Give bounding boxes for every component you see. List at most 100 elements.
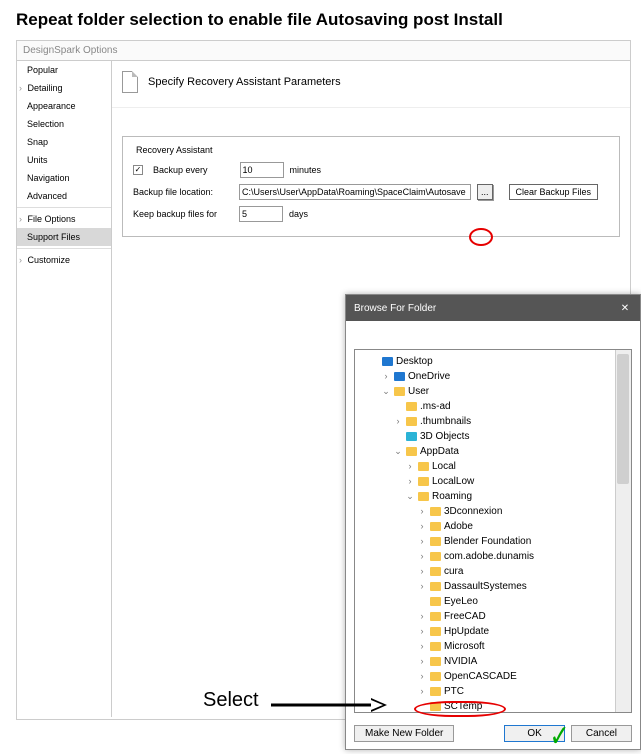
sidebar-item-units[interactable]: Units — [17, 151, 111, 169]
chevron-right-icon[interactable]: › — [381, 370, 391, 384]
folder-icon — [406, 417, 417, 426]
sidebar-item-navigation[interactable]: Navigation — [17, 169, 111, 187]
tree-node-freecad[interactable]: ›FreeCAD — [357, 609, 629, 624]
tree-node-label: .thumbnails — [420, 414, 471, 429]
tree-node-user[interactable]: ⌄ User — [357, 384, 629, 399]
chevron-right-icon[interactable]: › — [417, 565, 427, 579]
close-icon[interactable]: ✕ — [618, 301, 632, 315]
sidebar-item-selection[interactable]: Selection — [17, 115, 111, 133]
chevron-right-icon[interactable]: › — [417, 505, 427, 519]
tree-node-3dconnexion[interactable]: ›3Dconnexion — [357, 504, 629, 519]
chevron-right-icon[interactable]: › — [405, 475, 415, 489]
folder-icon — [430, 702, 441, 711]
folder-icon — [406, 402, 417, 411]
tree-node-appdata[interactable]: ⌄AppData — [357, 444, 629, 459]
clear-backup-button[interactable]: Clear Backup Files — [509, 184, 599, 200]
tree-node-label: OpenCASCADE — [444, 669, 517, 684]
ok-button[interactable]: OK — [504, 725, 564, 742]
tree-node-3d-objects[interactable]: 3D Objects — [357, 429, 629, 444]
tree-node-ptc[interactable]: › PTC — [357, 684, 629, 699]
tree-node-sctemp[interactable]: SCTemp — [357, 699, 629, 713]
backup-location-input[interactable]: C:\Users\User\AppData\Roaming\SpaceClaim… — [239, 184, 471, 200]
chevron-right-icon[interactable]: › — [417, 520, 427, 534]
chevron-right-icon[interactable]: › — [417, 610, 427, 624]
chevron-right-icon[interactable]: › — [417, 640, 427, 654]
folder-icon — [394, 387, 405, 396]
tree-node-label: NVIDIA — [444, 654, 477, 669]
tree-node-label: OneDrive — [408, 369, 450, 384]
folder-icon — [418, 477, 429, 486]
days-label: days — [289, 209, 308, 219]
recovery-assistant-group: Recovery Assistant ✓ Backup every 10 min… — [122, 136, 620, 237]
tree-node-label: cura — [444, 564, 463, 579]
tree-node-hpupdate[interactable]: › HpUpdate — [357, 624, 629, 639]
scrollbar[interactable] — [615, 350, 631, 712]
chevron-right-icon[interactable]: › — [417, 580, 427, 594]
tree-node--ms-ad[interactable]: .ms-ad — [357, 399, 629, 414]
tree-node-adobe[interactable]: ›Adobe — [357, 519, 629, 534]
tree-node-onedrive[interactable]: › OneDrive — [357, 369, 629, 384]
chevron-right-icon[interactable]: › — [393, 415, 403, 429]
folder-icon — [430, 672, 441, 681]
group-legend: Recovery Assistant — [133, 145, 216, 155]
backup-every-checkbox[interactable]: ✓ — [133, 165, 143, 175]
tree-node-label: HpUpdate — [444, 624, 489, 639]
backup-every-input[interactable]: 10 — [240, 162, 284, 178]
sidebar-item-snap[interactable]: Snap — [17, 133, 111, 151]
tree-node-opencascade[interactable]: › OpenCASCADE — [357, 669, 629, 684]
tree-node-desktop[interactable]: Desktop — [357, 354, 629, 369]
minutes-label: minutes — [290, 165, 322, 175]
tree-node-label: 3D Objects — [420, 429, 469, 444]
tree-node-label: .ms-ad — [420, 399, 451, 414]
tree-node-nvidia[interactable]: › NVIDIA — [357, 654, 629, 669]
tree-node-label: Desktop — [396, 354, 433, 369]
sidebar-item-appearance[interactable]: Appearance — [17, 97, 111, 115]
chevron-right-icon[interactable]: › — [417, 625, 427, 639]
chevron-down-icon[interactable]: ⌄ — [381, 385, 391, 399]
scrollbar-thumb[interactable] — [617, 354, 629, 484]
chevron-right-icon: › — [19, 214, 25, 224]
folder-icon — [430, 657, 441, 666]
sidebar-item-advanced[interactable]: Advanced — [17, 187, 111, 205]
backup-every-label: Backup every — [153, 165, 208, 175]
tree-node-roaming[interactable]: ⌄Roaming — [357, 489, 629, 504]
folder-icon — [406, 447, 417, 456]
tree-node-label: PTC — [444, 684, 464, 699]
backup-location-label: Backup file location: — [133, 187, 233, 197]
folder-icon — [430, 642, 441, 651]
browse-button[interactable]: ... — [477, 184, 493, 200]
sidebar-item-popular[interactable]: Popular — [17, 61, 111, 79]
make-new-folder-button[interactable]: Make New Folder — [354, 725, 454, 742]
tree-node--thumbnails[interactable]: › .thumbnails — [357, 414, 629, 429]
tree-node-microsoft[interactable]: ›Microsoft — [357, 639, 629, 654]
cancel-button[interactable]: Cancel — [571, 725, 632, 742]
tree-node-eyeleo[interactable]: EyeLeo — [357, 594, 629, 609]
tree-node-blender-foundation[interactable]: ›Blender Foundation — [357, 534, 629, 549]
chevron-right-icon[interactable]: › — [417, 685, 427, 699]
chevron-down-icon[interactable]: ⌄ — [405, 490, 415, 504]
chevron-right-icon: › — [19, 255, 25, 265]
folder-icon — [394, 372, 405, 381]
bff-title-text: Browse For Folder — [354, 303, 436, 314]
folder-icon — [430, 582, 441, 591]
chevron-right-icon[interactable]: › — [417, 670, 427, 684]
tree-node-com-adobe-dunamis[interactable]: ›com.adobe.dunamis — [357, 549, 629, 564]
tree-node-local[interactable]: ›Local — [357, 459, 629, 474]
tree-node-label: User — [408, 384, 429, 399]
chevron-right-icon[interactable]: › — [405, 460, 415, 474]
tree-node-label: EyeLeo — [444, 594, 478, 609]
annotation-select-label: Select — [203, 689, 259, 712]
chevron-right-icon[interactable]: › — [417, 535, 427, 549]
keep-days-input[interactable]: 5 — [239, 206, 283, 222]
sidebar-item-file-options[interactable]: › File Options — [17, 210, 111, 228]
sidebar-item-customize[interactable]: › Customize — [17, 251, 111, 269]
tree-node-locallow[interactable]: ›LocalLow — [357, 474, 629, 489]
chevron-right-icon[interactable]: › — [417, 550, 427, 564]
sidebar-item-detailing[interactable]: › Detailing — [17, 79, 111, 97]
chevron-down-icon[interactable]: ⌄ — [393, 445, 403, 459]
keep-files-label: Keep backup files for — [133, 209, 233, 219]
chevron-right-icon[interactable]: › — [417, 655, 427, 669]
tree-node-dassaultsystemes[interactable]: ›DassaultSystemes — [357, 579, 629, 594]
tree-node-cura[interactable]: › cura — [357, 564, 629, 579]
sidebar-item-support-files[interactable]: Support Files — [17, 228, 111, 246]
